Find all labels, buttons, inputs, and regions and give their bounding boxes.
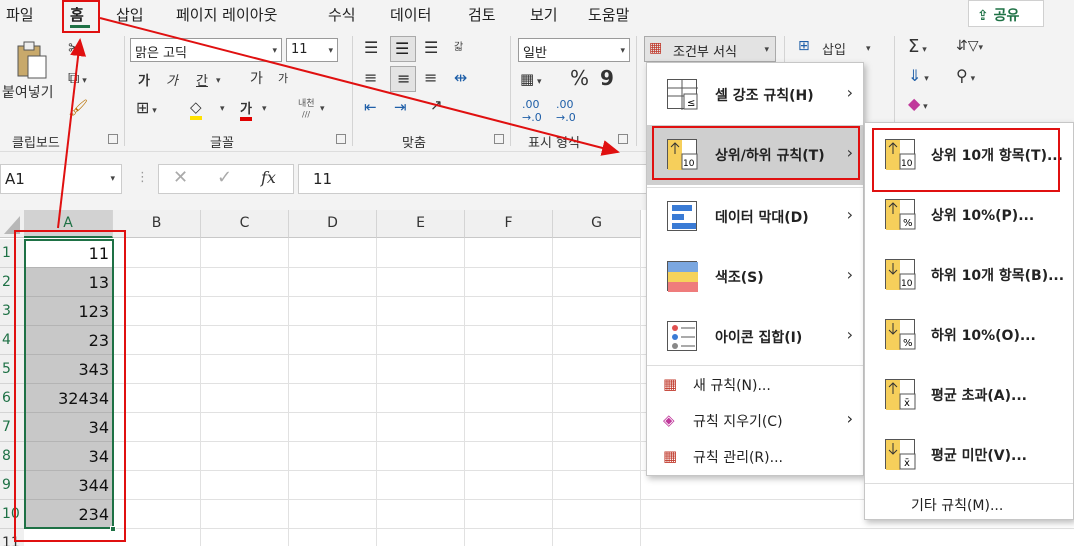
arrow-to-home-tab [57,38,87,229]
annotation-arrows [57,17,620,229]
arrow-to-conditional-formatting [99,17,620,156]
